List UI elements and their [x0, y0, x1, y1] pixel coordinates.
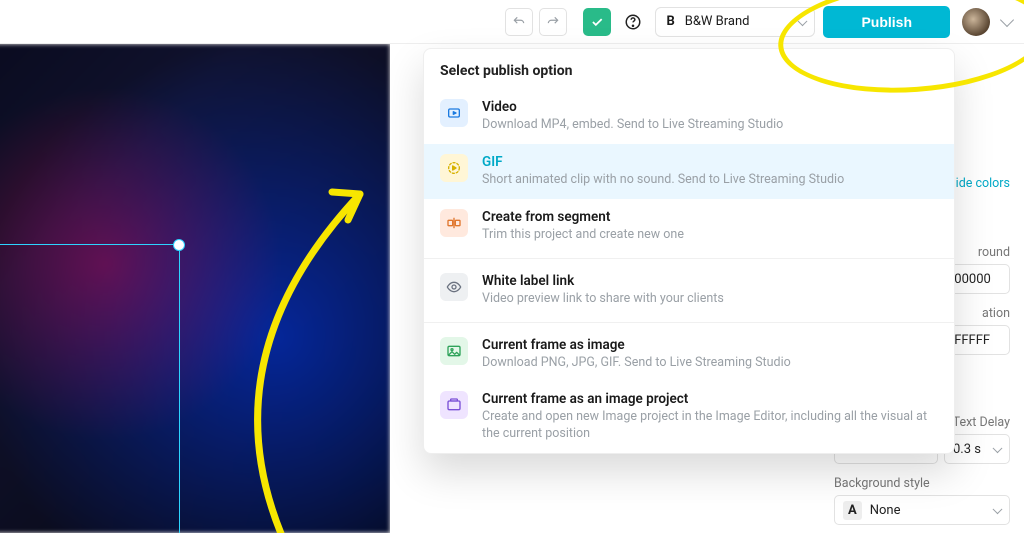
publish-option-image[interactable]: Current frame as image Download PNG, JPG,… [424, 327, 954, 382]
image-icon [440, 337, 468, 365]
dropdown-header: Select publish option [424, 49, 954, 89]
option-title: Create from segment [482, 209, 684, 225]
segment-icon [440, 209, 468, 237]
option-desc: Short animated clip with no sound. Send … [482, 172, 844, 189]
help-button[interactable] [619, 8, 647, 36]
option-title: Current frame as image [482, 337, 791, 353]
publish-option-segment[interactable]: Create from segment Trim this project and… [424, 199, 954, 254]
publish-option-eye[interactable]: White label link Video preview link to sh… [424, 263, 954, 318]
eye-icon [440, 273, 468, 301]
brand-name: B&W Brand [685, 14, 750, 29]
undo-button[interactable] [505, 8, 533, 36]
top-bar: B B&W Brand Publish [0, 0, 1024, 44]
brand-bold-icon: B [666, 14, 674, 29]
publish-dropdown: Select publish option Video Download MP4,… [423, 48, 955, 454]
brand-selector[interactable]: B B&W Brand [655, 7, 815, 37]
publish-option-video[interactable]: Video Download MP4, embed. Send to Live S… [424, 89, 954, 144]
option-desc: Create and open new Image project in the… [482, 409, 938, 443]
option-title: White label link [482, 273, 724, 289]
option-desc: Download PNG, JPG, GIF. Send to Live Str… [482, 355, 791, 372]
hide-colors-link[interactable]: Hide colors [947, 176, 1010, 191]
bgstyle-select[interactable]: ANone [834, 495, 1010, 525]
bgstyle-label: Background style [834, 476, 1010, 491]
gif-icon [440, 154, 468, 182]
option-title: Video [482, 99, 783, 115]
option-desc: Video preview link to share with your cl… [482, 291, 724, 308]
selection-box[interactable] [0, 244, 180, 533]
option-title: Current frame as an image project [482, 391, 938, 407]
selection-handle-icon[interactable] [173, 239, 185, 251]
canvas-preview[interactable]: ate ur [0, 44, 390, 533]
option-title: GIF [482, 154, 844, 170]
project-icon [440, 391, 468, 419]
user-menu-chevron-icon[interactable] [1000, 12, 1014, 26]
publish-button[interactable]: Publish [823, 6, 950, 38]
avatar[interactable] [962, 8, 990, 36]
option-desc: Download MP4, embed. Send to Live Stream… [482, 117, 783, 134]
status-ok-icon [583, 8, 611, 36]
publish-option-project[interactable]: Current frame as an image project Create … [424, 381, 954, 453]
redo-button[interactable] [539, 8, 567, 36]
undo-redo-group [505, 8, 567, 36]
option-desc: Trim this project and create new one [482, 227, 684, 244]
video-icon [440, 99, 468, 127]
publish-option-gif[interactable]: GIF Short animated clip with no sound. Se… [424, 144, 954, 199]
